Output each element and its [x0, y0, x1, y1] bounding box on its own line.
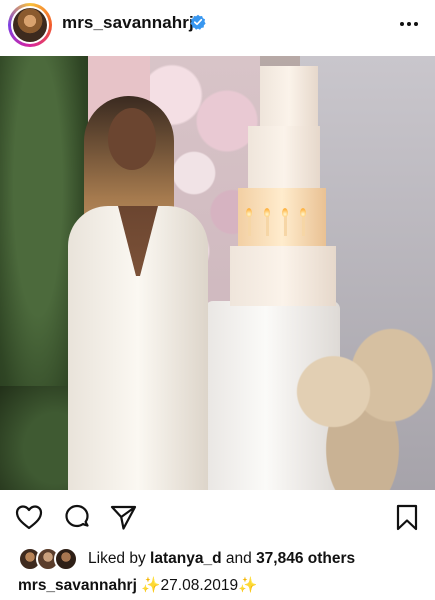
comment-icon[interactable]	[62, 502, 92, 532]
candle	[284, 216, 287, 236]
candle-flame	[264, 208, 270, 217]
sparkle-emoji: ✨	[141, 577, 161, 594]
more-options-icon[interactable]	[395, 10, 423, 38]
heart-icon[interactable]	[14, 502, 44, 532]
first-liker-link[interactable]: latanya_d	[150, 550, 222, 567]
person-face	[108, 108, 156, 170]
candle	[302, 216, 305, 236]
candle-flame	[246, 208, 252, 217]
avatar-ring-inner	[11, 6, 49, 44]
liker-avatar	[54, 547, 78, 571]
likes-prefix: Liked by	[88, 550, 146, 567]
candle	[266, 216, 269, 236]
likes-count-link[interactable]: 37,846 others	[256, 550, 355, 567]
post-username[interactable]: mrs_savannahrj	[62, 13, 194, 33]
cake-tier-candles	[238, 188, 326, 246]
verified-badge-icon	[190, 14, 206, 30]
avatar-photo	[13, 8, 47, 42]
more-dot	[414, 22, 418, 26]
post-actions	[0, 492, 435, 544]
cake-tier	[248, 126, 320, 188]
bookmark-icon[interactable]	[392, 502, 422, 532]
caption-date: 27.08.2019	[160, 577, 239, 594]
candle	[248, 216, 251, 236]
post-caption: mrs_savannahrj ✨27.08.2019✨	[18, 576, 257, 595]
profile-avatar[interactable]	[8, 3, 52, 47]
likes-row: Liked by latanya_d and 37,846 others	[18, 547, 355, 571]
sparkle-emoji: ✨	[238, 577, 258, 594]
more-dot	[400, 22, 404, 26]
candle-flame	[300, 208, 306, 217]
candle-flame	[282, 208, 288, 217]
send-icon[interactable]	[108, 502, 138, 532]
post-photo[interactable]	[0, 56, 435, 490]
likes-text: Liked by latanya_d and 37,846 others	[88, 550, 355, 568]
pampas-grass	[290, 326, 435, 490]
cake-tier	[260, 66, 318, 126]
post-header: mrs_savannahrj	[0, 0, 435, 50]
caption-username[interactable]: mrs_savannahrj	[18, 577, 137, 594]
liker-avatars[interactable]	[18, 547, 78, 571]
cake-tier	[230, 246, 336, 306]
likes-connector: and	[225, 550, 252, 567]
more-dot	[407, 22, 411, 26]
